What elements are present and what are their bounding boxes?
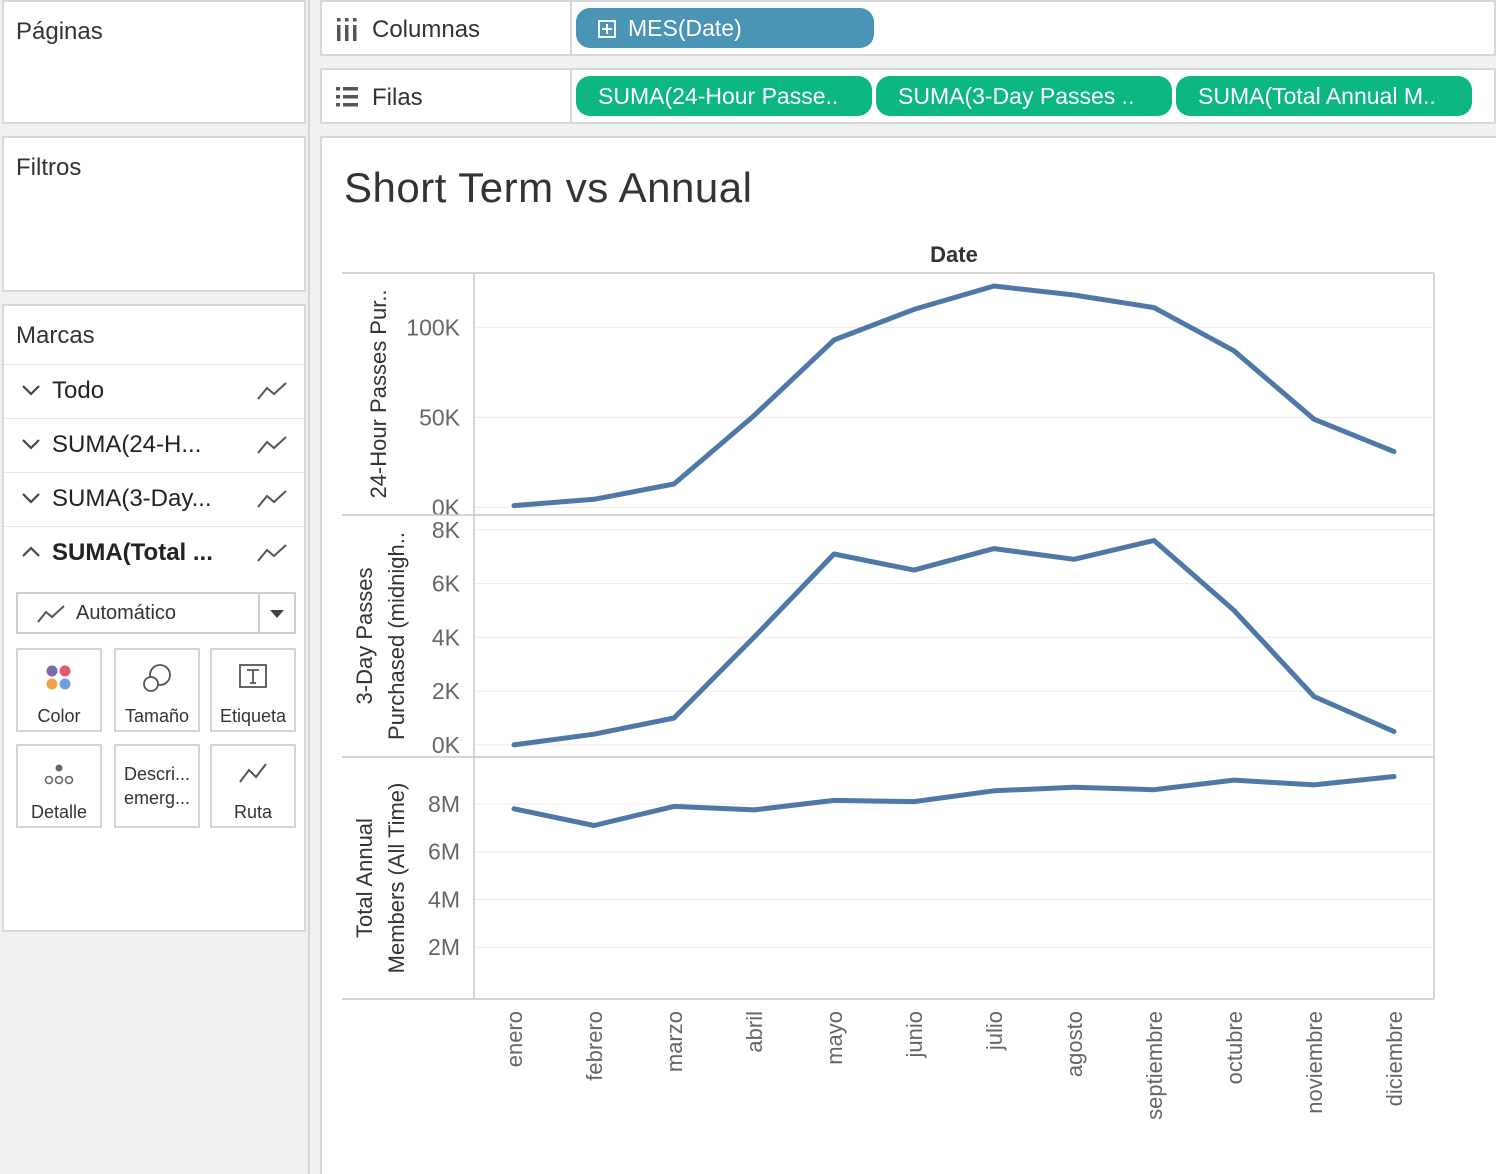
label-button[interactable]: Etiqueta: [210, 648, 296, 732]
columns-icon: [337, 18, 357, 41]
x-tick-label: agosto: [1062, 1011, 1087, 1077]
rows-icon: [336, 87, 358, 107]
columns-pill-month[interactable]: MES(Date): [576, 8, 874, 48]
pill-label: SUMA(24-Hour Passe..: [598, 83, 839, 109]
line-mark-icon: [257, 544, 287, 562]
mark-type-dropdown[interactable]: Automático: [16, 592, 296, 634]
size-button[interactable]: Tamaño: [114, 648, 200, 732]
y-tick-label: 8K: [432, 517, 461, 543]
pill-label: SUMA(3-Day Passes ..: [898, 83, 1135, 109]
detail-label: Detalle: [30, 802, 88, 822]
filters-card[interactable]: Filtros: [2, 136, 306, 292]
marks-title: Marcas: [16, 322, 95, 349]
chevron-up-icon: [22, 546, 40, 557]
line-mark-icon: [257, 436, 287, 454]
y-tick-label: 6K: [432, 571, 461, 597]
columns-shelf[interactable]: Columnas MES(Date): [320, 0, 1496, 56]
marks-row-label: SUMA(3-Day...: [52, 485, 212, 512]
size-icon: [143, 664, 171, 692]
columns-shelf-label: Columnas: [372, 16, 481, 43]
line-mark-icon: [257, 490, 287, 508]
marks-row-24h[interactable]: SUMA(24-H...: [4, 418, 304, 472]
marks-row-label: SUMA(Total ...: [52, 539, 213, 566]
rows-pill-24hour[interactable]: SUMA(24-Hour Passe..: [576, 76, 872, 116]
rows-shelf-label: Filas: [372, 84, 423, 111]
pill-label: MES(Date): [628, 15, 742, 41]
tooltip-label-line1: Descri...: [123, 764, 190, 784]
x-tick-label: abril: [742, 1011, 767, 1053]
rows-pill-total-annual[interactable]: SUMA(Total Annual M..: [1176, 76, 1472, 116]
y-tick-label: 100K: [406, 314, 460, 340]
x-tick-label: noviembre: [1302, 1011, 1327, 1114]
y-axis-title: 24-Hour Passes Pur..: [366, 289, 391, 498]
y-tick-label: 0K: [432, 732, 461, 758]
path-icon: [239, 763, 267, 783]
marks-row-label: Todo: [52, 377, 105, 404]
x-tick-label: junio: [902, 1011, 927, 1058]
line-mark-icon: [37, 605, 65, 623]
y-axis-title: Members (All Time): [384, 783, 409, 974]
marks-row-total[interactable]: SUMA(Total ...: [4, 526, 304, 580]
pages-title: Páginas: [16, 18, 103, 45]
line-mark-icon: [257, 382, 287, 400]
series-line: [511, 283, 1397, 509]
y-axis-title: Purchased (midnigh..: [384, 532, 409, 740]
x-header-label: Date: [930, 242, 978, 267]
color-label: Color: [37, 706, 81, 726]
tooltip-label-line2: emerg...: [123, 788, 191, 808]
tooltip-button[interactable]: Descri... emerg...: [114, 744, 200, 828]
x-tick-label: diciembre: [1382, 1011, 1407, 1106]
chevron-down-icon: [22, 439, 40, 450]
expand-plus-icon[interactable]: [598, 20, 616, 38]
view-canvas: Short Term vs Annual Date 0K 50K 100K 24-Hou…: [320, 136, 1496, 1174]
text-label-icon: [239, 664, 267, 688]
marks-row-label: SUMA(24-H...: [52, 431, 202, 458]
pages-card[interactable]: Páginas: [2, 0, 306, 124]
marks-card: Marcas Todo SUMA(24-H... SUMA(3-Day... S…: [2, 304, 306, 932]
path-label: Ruta: [233, 802, 273, 822]
rows-pill-3day[interactable]: SUMA(3-Day Passes ..: [876, 76, 1172, 116]
color-button[interactable]: Color: [16, 648, 102, 732]
y-tick-label: 2K: [432, 678, 461, 704]
pill-label: SUMA(Total Annual M..: [1198, 83, 1436, 109]
x-tick-label: mayo: [822, 1011, 847, 1065]
y-axis-title: Total Annual: [352, 818, 377, 938]
series-line: [511, 538, 1397, 748]
shelf-divider: [570, 70, 572, 122]
marks-row-3day[interactable]: SUMA(3-Day...: [4, 472, 304, 526]
path-button[interactable]: Ruta: [210, 744, 296, 828]
y-tick-label: 8M: [428, 791, 460, 817]
filters-title: Filtros: [16, 154, 82, 181]
label-label: Etiqueta: [219, 706, 287, 726]
x-tick-label: septiembre: [1142, 1011, 1167, 1120]
y-tick-label: 2M: [428, 934, 460, 960]
marks-row-all[interactable]: Todo: [4, 364, 304, 418]
y-tick-label: 4M: [428, 886, 460, 912]
left-sidebar: Páginas Filtros Marcas Todo SUMA(24-H...…: [0, 0, 310, 1174]
x-tick-label: marzo: [662, 1011, 687, 1072]
mark-type-value: Automático: [76, 602, 177, 624]
detail-icon: [44, 764, 74, 785]
y-tick-label: 50K: [419, 404, 461, 430]
caret-down-icon[interactable]: [270, 610, 284, 618]
y-tick-label: 6M: [428, 839, 460, 865]
dropdown-divider: [258, 594, 260, 632]
color-icon: [46, 665, 71, 690]
y-axis-title: 3-Day Passes: [352, 568, 377, 705]
detail-button[interactable]: Detalle: [16, 744, 102, 828]
y-tick-label: 4K: [432, 624, 461, 650]
shelf-divider: [570, 2, 572, 54]
rows-shelf[interactable]: Filas SUMA(24-Hour Passe.. SUMA(3-Day Pa…: [320, 68, 1496, 124]
chevron-down-icon: [22, 493, 40, 504]
line-chart: Date0K50K100K24-Hour Passes Pur..0K2K4K6…: [342, 242, 1435, 1120]
x-tick-label: febrero: [582, 1011, 607, 1081]
x-tick-label: julio: [982, 1011, 1007, 1051]
tooltip-label: Descri... emerg...: [116, 762, 198, 810]
size-label: Tamaño: [124, 706, 190, 726]
x-tick-label: enero: [502, 1011, 527, 1067]
x-tick-label: octubre: [1222, 1011, 1247, 1084]
chevron-down-icon: [22, 385, 40, 396]
series-line: [511, 774, 1397, 828]
